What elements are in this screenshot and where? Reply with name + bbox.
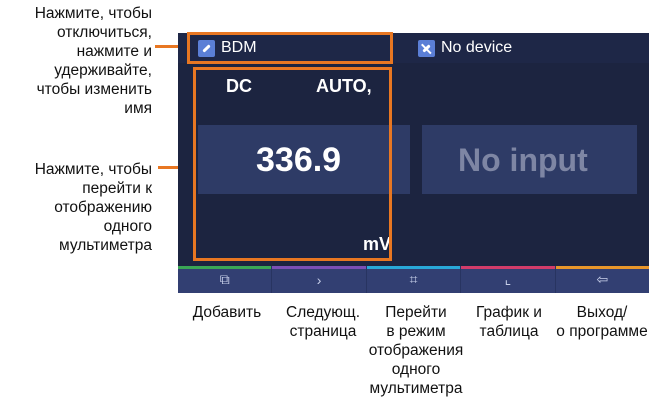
caption-line: Добавить <box>192 304 262 321</box>
caption-line: в режим <box>386 323 446 340</box>
graph-icon: ⌞ <box>504 271 512 287</box>
caption-add: Добавить <box>184 303 270 322</box>
caption-line: о программе <box>556 323 648 340</box>
exit-accent <box>555 266 649 269</box>
next-page-button[interactable]: › <box>271 266 366 293</box>
annotation-line: перейти к <box>82 180 152 197</box>
exit-icon: ⇦ <box>596 271 609 287</box>
caption-single: Перейти в режим отображения одного мульт… <box>360 303 472 398</box>
single-accent <box>366 266 461 269</box>
link-off-icon <box>418 39 435 57</box>
graph-button[interactable]: ⌞ <box>460 266 555 293</box>
toolbar: ⧉ › ⌗ ⌞ ⇦ <box>178 266 649 293</box>
next-page-icon: › <box>316 271 322 288</box>
device-2-connection[interactable]: No device <box>418 38 512 58</box>
meter-2-reading: No input <box>458 142 588 178</box>
annotation-line: отображению <box>54 199 152 216</box>
add-device-button[interactable]: ⧉ <box>178 266 272 293</box>
caption-line: таблица <box>479 323 539 340</box>
exit-button[interactable]: ⇦ <box>554 266 649 293</box>
annotation-line: удерживайте, <box>54 62 152 79</box>
caption-line: страница <box>289 323 357 340</box>
caption-line: Перейти <box>385 304 447 321</box>
annotation-single-view: Нажмите, чтобы перейти к отображению одн… <box>35 160 152 255</box>
caption-next: Следующ. страница <box>276 303 370 341</box>
meter-2-panel[interactable]: No input <box>422 63 637 266</box>
annotation-line: одного <box>103 218 152 235</box>
add-accent <box>178 266 272 269</box>
highlight-device-name <box>187 32 393 64</box>
annotation-line: Нажмите, чтобы <box>34 161 152 178</box>
add-device-icon: ⧉ <box>219 271 230 287</box>
caption-line: одного <box>391 361 441 378</box>
annotation-rename: Нажмите, чтобы отключиться, нажмите и уд… <box>35 4 152 118</box>
annotation-line: Нажмите, чтобы <box>34 5 152 22</box>
caption-line: Выход/ <box>576 304 628 321</box>
caption-graph: График и таблица <box>462 303 556 341</box>
single-view-icon: ⌗ <box>409 271 418 287</box>
graph-accent <box>461 266 555 269</box>
annotation-line: мультиметра <box>58 237 152 254</box>
highlight-meter-panel <box>193 67 392 261</box>
single-view-button[interactable]: ⌗ <box>365 266 461 293</box>
annotation-line: нажмите и <box>76 43 152 60</box>
annotation-line: имя <box>124 100 152 117</box>
caption-line: Следующ. <box>286 304 360 321</box>
device-2-name: No device <box>441 39 513 56</box>
annotation-line: чтобы изменить <box>36 81 152 98</box>
annotation-line: отключиться, <box>56 24 152 41</box>
caption-line: мультиметра <box>369 380 463 397</box>
caption-exit: Выход/ о программе <box>548 303 656 341</box>
caption-line: отображения <box>368 342 464 359</box>
caption-line: График и <box>476 304 542 321</box>
next-accent <box>272 266 366 269</box>
